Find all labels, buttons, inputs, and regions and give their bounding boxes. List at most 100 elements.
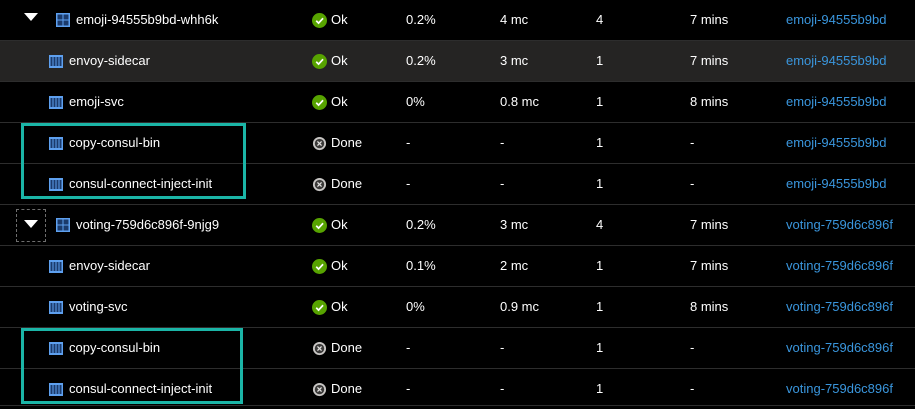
container-count: 1 xyxy=(596,258,604,273)
table-row[interactable]: envoy-sidecar Ok 0.1% 2 mc 1 7 mins voti… xyxy=(0,246,915,287)
container-count: 1 xyxy=(596,299,604,314)
ok-check-icon xyxy=(312,258,327,274)
table-row[interactable]: consul-connect-inject-init Done - - 1 - … xyxy=(0,369,915,406)
ok-check-icon xyxy=(312,12,327,28)
container-count: 1 xyxy=(596,94,604,109)
status-label: Done xyxy=(331,176,363,191)
uptime: 7 mins xyxy=(690,12,729,27)
table-row[interactable]: emoji-svc Ok 0% 0.8 mc 1 8 mins emoji-94… xyxy=(0,82,915,123)
uptime: 8 mins xyxy=(690,94,729,109)
container-count: 1 xyxy=(596,135,604,150)
row-name: emoji-94555b9bd-whh6k xyxy=(76,12,219,27)
node-link[interactable]: emoji-94555b9bd xyxy=(786,82,886,122)
node-link[interactable]: emoji-94555b9bd xyxy=(786,0,886,40)
container-count: 4 xyxy=(596,217,604,232)
row-name: consul-connect-inject-init xyxy=(69,381,213,396)
status-label: Ok xyxy=(331,53,348,68)
table-row[interactable]: copy-consul-bin Done - - 1 - voting-759d… xyxy=(0,328,915,369)
cpu-percent: 0.2% xyxy=(406,53,436,68)
row-name: consul-connect-inject-init xyxy=(69,176,213,191)
node-link[interactable]: voting-759d6c896f xyxy=(786,246,893,286)
done-icon xyxy=(312,341,327,355)
container-count: 1 xyxy=(596,176,604,191)
table-row[interactable]: consul-connect-inject-init Done - - 1 - … xyxy=(0,164,915,205)
cpu-percent: 0% xyxy=(406,94,425,109)
cpu-millicores: 3 mc xyxy=(500,217,529,232)
done-icon xyxy=(312,382,327,396)
done-icon xyxy=(312,177,327,191)
cpu-percent: 0.1% xyxy=(406,258,436,273)
node-link[interactable]: emoji-94555b9bd xyxy=(786,123,886,163)
container-count: 1 xyxy=(596,340,604,355)
uptime: 7 mins xyxy=(690,217,729,232)
cpu-millicores: 0.8 mc xyxy=(500,94,540,109)
pod-icon xyxy=(56,13,70,27)
status-label: Ok xyxy=(331,94,348,109)
uptime: - xyxy=(690,176,695,191)
uptime: 7 mins xyxy=(690,258,729,273)
ok-check-icon xyxy=(312,299,327,315)
ok-check-icon xyxy=(312,217,327,233)
cpu-percent: 0.2% xyxy=(406,217,436,232)
done-icon xyxy=(312,136,327,150)
status-label: Done xyxy=(331,381,363,396)
cpu-millicores: 2 mc xyxy=(500,258,529,273)
status-label: Ok xyxy=(331,217,348,232)
container-count: 4 xyxy=(596,12,604,27)
cpu-percent: - xyxy=(406,135,411,150)
table-row[interactable]: voting-759d6c896f-9njg9 Ok 0.2% 3 mc 4 7… xyxy=(0,205,915,246)
table-row[interactable]: copy-consul-bin Done - - 1 - emoji-94555… xyxy=(0,123,915,164)
node-link[interactable]: voting-759d6c896f xyxy=(786,287,893,327)
status-label: Ok xyxy=(331,258,348,273)
status-label: Ok xyxy=(331,299,348,314)
expand-caret-icon[interactable] xyxy=(24,13,38,21)
container-icon xyxy=(49,259,63,273)
row-name: copy-consul-bin xyxy=(69,340,161,355)
cpu-percent: - xyxy=(406,176,411,191)
cpu-millicores: - xyxy=(500,340,505,355)
uptime: - xyxy=(690,340,695,355)
container-icon xyxy=(49,95,63,109)
ok-check-icon xyxy=(312,53,327,69)
pod-icon xyxy=(56,218,70,232)
status-label: Done xyxy=(331,340,363,355)
cpu-millicores: 3 mc xyxy=(500,53,529,68)
node-link[interactable]: voting-759d6c896f xyxy=(786,205,893,245)
cpu-percent: - xyxy=(406,340,411,355)
row-name: copy-consul-bin xyxy=(69,135,161,150)
container-icon xyxy=(49,177,63,191)
container-icon xyxy=(49,341,63,355)
container-icon xyxy=(49,300,63,314)
table-row[interactable]: voting-svc Ok 0% 0.9 mc 1 8 mins voting-… xyxy=(0,287,915,328)
status-label: Done xyxy=(331,135,363,150)
cpu-percent: 0% xyxy=(406,299,425,314)
row-name: envoy-sidecar xyxy=(69,258,150,273)
row-name: voting-svc xyxy=(69,299,128,314)
node-link[interactable]: emoji-94555b9bd xyxy=(786,41,886,81)
cpu-millicores: 0.9 mc xyxy=(500,299,540,314)
cpu-millicores: - xyxy=(500,176,505,191)
container-icon xyxy=(49,136,63,150)
node-link[interactable]: voting-759d6c896f xyxy=(786,369,893,409)
cpu-percent: 0.2% xyxy=(406,12,436,27)
node-link[interactable]: emoji-94555b9bd xyxy=(786,164,886,204)
container-count: 1 xyxy=(596,53,604,68)
ok-check-icon xyxy=(312,94,327,110)
table-row[interactable]: envoy-sidecar Ok 0.2% 3 mc 1 7 mins emoj… xyxy=(0,41,915,82)
cpu-millicores: - xyxy=(500,135,505,150)
expand-caret-icon[interactable] xyxy=(24,220,38,228)
cpu-percent: - xyxy=(406,381,411,396)
uptime: - xyxy=(690,381,695,396)
uptime: - xyxy=(690,135,695,150)
uptime: 7 mins xyxy=(690,53,729,68)
table-row[interactable]: emoji-94555b9bd-whh6k Ok 0.2% 4 mc 4 7 m… xyxy=(0,0,915,41)
row-name: voting-759d6c896f-9njg9 xyxy=(76,217,220,232)
node-link[interactable]: voting-759d6c896f xyxy=(786,328,893,368)
cpu-millicores: - xyxy=(500,381,505,396)
status-label: Ok xyxy=(331,12,348,27)
row-name: envoy-sidecar xyxy=(69,53,150,68)
container-icon xyxy=(49,54,63,68)
row-name: emoji-svc xyxy=(69,94,124,109)
container-count: 1 xyxy=(596,381,604,396)
cpu-millicores: 4 mc xyxy=(500,12,529,27)
